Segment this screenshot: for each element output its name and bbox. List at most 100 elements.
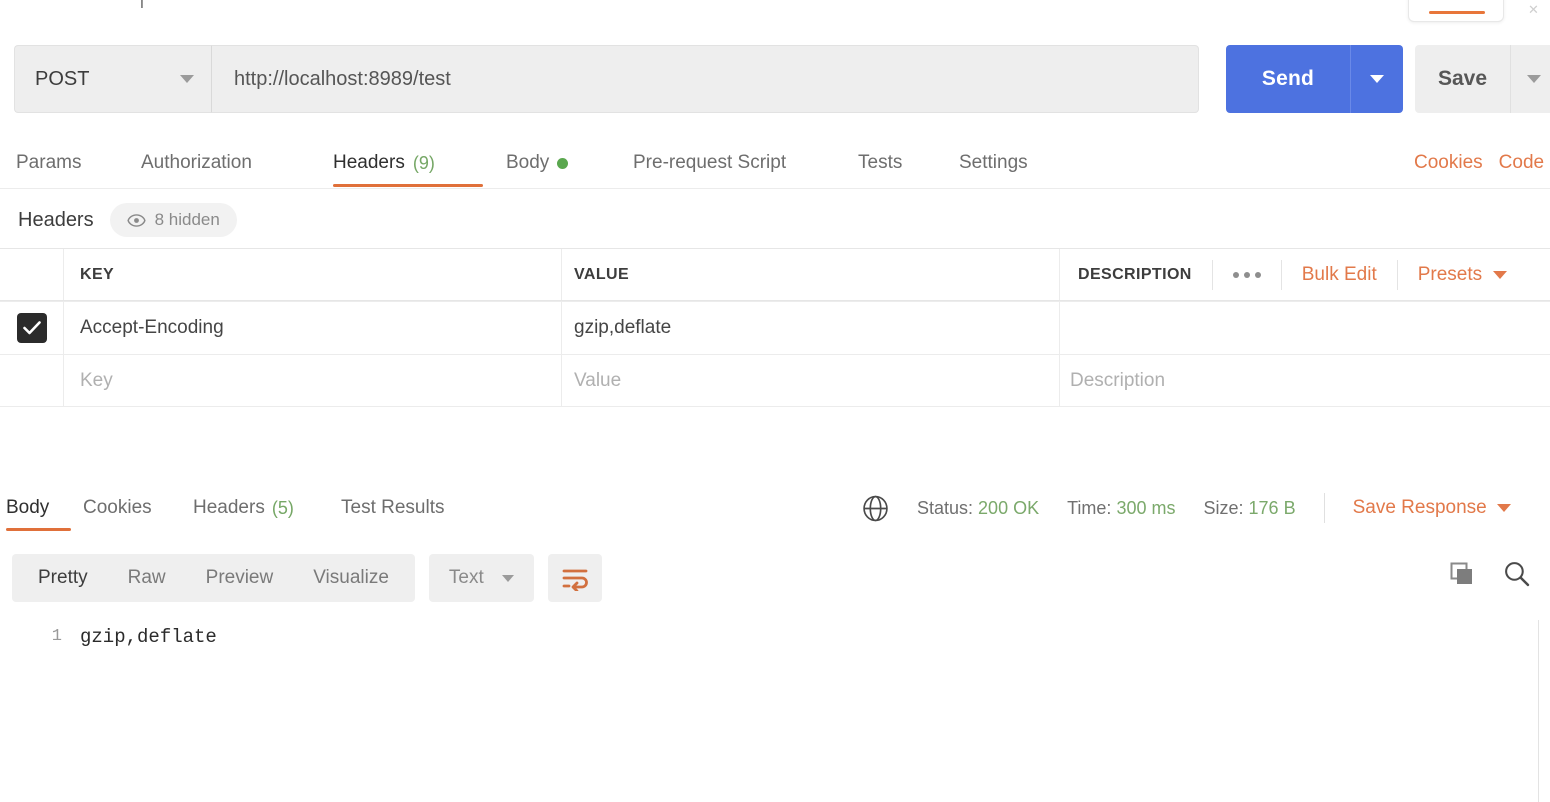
chevron-down-icon bbox=[501, 574, 514, 582]
column-label-description: DESCRIPTION bbox=[1078, 265, 1192, 283]
headers-title: Headers bbox=[18, 208, 94, 231]
tab-label: Headers bbox=[333, 152, 405, 173]
save-button-group: Save bbox=[1415, 45, 1550, 113]
response-tab-test-results[interactable]: Test Results bbox=[341, 483, 444, 533]
chevron-down-icon[interactable] bbox=[1496, 504, 1511, 512]
request-tabbar-links: Cookies Code bbox=[1414, 138, 1544, 188]
chevron-down-icon bbox=[180, 75, 194, 83]
row-checkbox-cell[interactable] bbox=[0, 355, 64, 406]
send-options-button[interactable] bbox=[1350, 45, 1403, 113]
save-button[interactable]: Save bbox=[1415, 45, 1510, 113]
clipped-request-tab[interactable] bbox=[1408, 0, 1504, 22]
save-button-label: Save bbox=[1437, 67, 1488, 90]
headers-table: KEY VALUE DESCRIPTION Bulk Edit Presets bbox=[0, 248, 1550, 407]
presets-dropdown[interactable]: Presets bbox=[1418, 264, 1508, 286]
row-key-cell[interactable]: Accept-Encoding bbox=[64, 302, 562, 354]
save-response-button[interactable]: Save Response bbox=[1353, 497, 1487, 519]
hidden-headers-badge[interactable]: 8 hidden bbox=[109, 203, 237, 237]
request-url-input[interactable]: http://localhost:8989/test bbox=[211, 45, 1199, 113]
view-mode-raw[interactable]: Raw bbox=[108, 554, 186, 602]
code-line: 1 gzip,deflate bbox=[0, 620, 1550, 654]
word-wrap-button[interactable] bbox=[547, 554, 602, 602]
new-row-value-input[interactable]: Value bbox=[562, 355, 1060, 406]
status-label: Status: 200 OK bbox=[917, 497, 1040, 518]
headers-subheader: Headers 8 hidden bbox=[0, 196, 1550, 244]
tab-count: (5) bbox=[271, 497, 294, 518]
tab-label: Settings bbox=[959, 152, 1028, 173]
chevron-down-icon bbox=[1370, 75, 1384, 83]
link-code[interactable]: Code bbox=[1499, 152, 1544, 174]
word-wrap-icon bbox=[562, 569, 588, 591]
headers-table-header-row: KEY VALUE DESCRIPTION Bulk Edit Presets bbox=[0, 248, 1550, 301]
header-description-column: DESCRIPTION Bulk Edit Presets bbox=[1060, 249, 1550, 300]
divider bbox=[1323, 493, 1325, 523]
new-row-description-placeholder: Description bbox=[1070, 369, 1166, 391]
request-tab-pre-request-script[interactable]: Pre-request Script bbox=[633, 138, 786, 188]
body-format-dropdown[interactable]: Text bbox=[428, 554, 534, 602]
checkbox-checked[interactable] bbox=[16, 313, 47, 343]
hidden-headers-label: 8 hidden bbox=[154, 210, 220, 229]
tab-label: Cookies bbox=[83, 497, 152, 518]
chevron-down-icon bbox=[1527, 75, 1541, 83]
row-checkbox-cell[interactable] bbox=[0, 302, 64, 354]
response-tab-body[interactable]: Body bbox=[6, 483, 49, 533]
more-options-icon[interactable] bbox=[1232, 271, 1261, 278]
request-tab-authorization[interactable]: Authorization bbox=[141, 138, 252, 188]
checkmark-icon bbox=[22, 321, 41, 335]
tab-count: (9) bbox=[412, 152, 435, 173]
tab-label: Body bbox=[506, 152, 550, 173]
response-tab-headers[interactable]: Headers (5) bbox=[193, 483, 294, 533]
new-row-key-placeholder: Key bbox=[80, 369, 113, 391]
table-row[interactable]: Key Value Description bbox=[0, 354, 1550, 407]
request-tabs-divider bbox=[0, 188, 1550, 189]
tab-label: Tests bbox=[858, 152, 903, 173]
response-tab-cookies[interactable]: Cookies bbox=[83, 483, 152, 533]
copy-icon[interactable] bbox=[1449, 561, 1475, 587]
new-row-key-input[interactable]: Key bbox=[64, 355, 562, 406]
view-mode-preview[interactable]: Preview bbox=[186, 554, 294, 602]
header-key-column: KEY bbox=[64, 249, 562, 300]
request-tab-body[interactable]: Body bbox=[506, 138, 569, 188]
tab-label: Test Results bbox=[341, 497, 445, 518]
bulk-edit-button[interactable]: Bulk Edit bbox=[1302, 264, 1377, 286]
send-button-label: Send bbox=[1261, 67, 1315, 90]
response-body-code[interactable]: 1 gzip,deflate bbox=[0, 620, 1550, 802]
divider bbox=[1211, 259, 1213, 290]
save-options-button[interactable] bbox=[1510, 45, 1550, 113]
body-format-label: Text bbox=[448, 567, 484, 588]
body-present-dot-icon bbox=[557, 157, 569, 169]
response-body-toolbar: Pretty Raw Preview Visualize Text bbox=[12, 554, 602, 602]
row-key-value: Accept-Encoding bbox=[80, 317, 224, 338]
new-row-description-input[interactable]: Description bbox=[1060, 355, 1550, 406]
request-tab-tests[interactable]: Tests bbox=[858, 138, 902, 188]
request-tab-params[interactable]: Params bbox=[16, 138, 81, 188]
request-tab-headers[interactable]: Headers (9) bbox=[333, 138, 435, 188]
tab-label: Authorization bbox=[141, 152, 252, 173]
view-mode-visualize[interactable]: Visualize bbox=[293, 554, 409, 602]
view-mode-pretty[interactable]: Pretty bbox=[18, 554, 108, 602]
request-tab-bar: Params Authorization Headers (9) Body Pre-req… bbox=[0, 138, 1550, 188]
request-tab-settings[interactable]: Settings bbox=[959, 138, 1028, 188]
request-url-value: http://localhost:8989/test bbox=[234, 67, 451, 90]
tab-label: Headers bbox=[193, 497, 265, 518]
clipped-close-icon[interactable]: ✕ bbox=[1528, 2, 1539, 18]
http-method-label: POST bbox=[35, 67, 90, 90]
tab-label: Params bbox=[16, 152, 82, 173]
search-icon[interactable] bbox=[1503, 560, 1530, 587]
http-method-selector[interactable]: POST bbox=[14, 45, 211, 113]
table-row[interactable]: Accept-Encoding gzip,deflate bbox=[0, 301, 1550, 354]
row-value-value: gzip,deflate bbox=[574, 317, 672, 338]
send-button[interactable]: Send bbox=[1226, 45, 1350, 113]
divider bbox=[1396, 259, 1398, 290]
row-value-cell[interactable]: gzip,deflate bbox=[562, 302, 1060, 354]
active-tab-underline bbox=[333, 184, 483, 187]
send-button-group: Send bbox=[1226, 45, 1403, 113]
row-description-cell[interactable] bbox=[1060, 302, 1550, 354]
active-tab-underline bbox=[6, 528, 71, 531]
divider bbox=[1280, 259, 1282, 290]
right-panel-edge bbox=[1538, 620, 1550, 802]
globe-icon[interactable] bbox=[862, 495, 889, 522]
link-cookies[interactable]: Cookies bbox=[1414, 152, 1483, 174]
clipped-top-strip: | ✕ bbox=[0, 0, 1550, 26]
status-value: 200 OK bbox=[978, 497, 1040, 518]
